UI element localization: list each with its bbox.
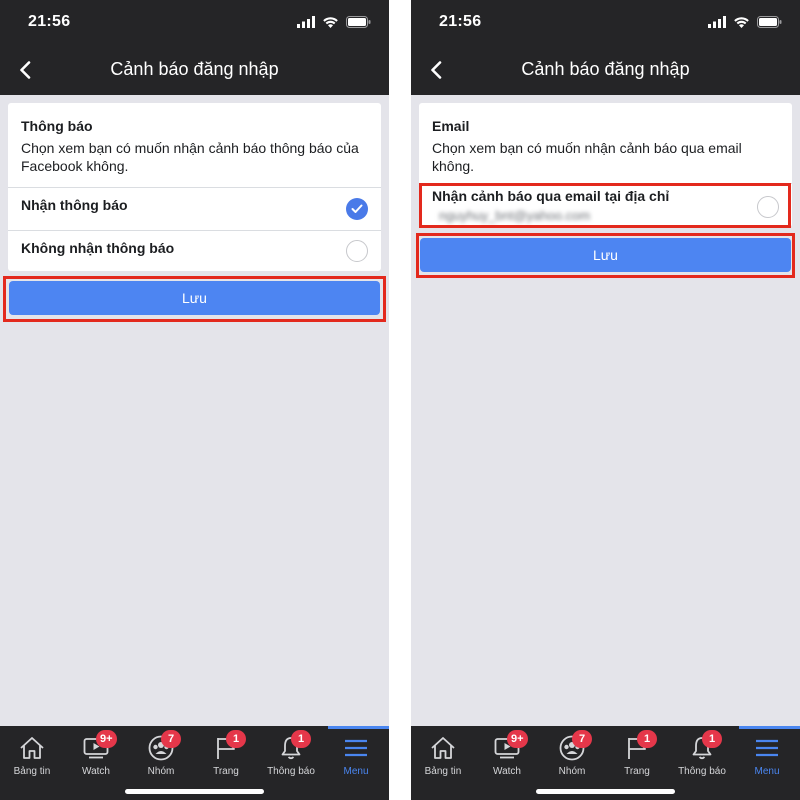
radio-checked[interactable] bbox=[346, 198, 368, 220]
battery-icon bbox=[346, 16, 371, 28]
section-description: Chọn xem bạn có muốn nhận cảnh báo qua e… bbox=[432, 140, 742, 174]
save-button[interactable]: Lưu bbox=[9, 281, 380, 315]
tab-label: Nhóm bbox=[558, 766, 586, 777]
section-description: Chọn xem bạn có muốn nhận cảnh báo thông… bbox=[21, 140, 359, 174]
notification-badge: 1 bbox=[637, 730, 657, 748]
tab-label: Trang bbox=[624, 766, 650, 777]
wifi-icon bbox=[734, 17, 749, 28]
notification-badge: 1 bbox=[226, 730, 246, 748]
tab-nhom[interactable]: 7 Nhóm bbox=[129, 730, 193, 784]
home-icon bbox=[427, 734, 459, 762]
section-title: Thông báo bbox=[21, 118, 93, 134]
tab-thong-bao[interactable]: 1 Thông báo bbox=[670, 730, 734, 784]
signal-icon bbox=[297, 16, 315, 28]
notification-badge: 9+ bbox=[96, 730, 117, 748]
notification-badge: 7 bbox=[572, 730, 592, 748]
email-address-blurred: nguyhuy_bnt@yahoo.com bbox=[439, 208, 591, 223]
tab-menu[interactable]: Menu bbox=[735, 732, 799, 784]
checkmark-icon bbox=[351, 204, 363, 213]
tab-bang-tin[interactable]: Bảng tin bbox=[0, 732, 64, 784]
tab-watch[interactable]: 9+ Watch bbox=[64, 730, 128, 784]
tab-trang[interactable]: 1 Trang bbox=[194, 730, 258, 784]
menu-icon bbox=[340, 734, 372, 762]
status-icons bbox=[297, 15, 371, 29]
page-title: Cảnh báo đăng nhập bbox=[110, 59, 279, 79]
tab-label: Bảng tin bbox=[13, 766, 51, 777]
status-icons bbox=[708, 15, 782, 29]
tab-label: Trang bbox=[213, 766, 239, 777]
email-settings-card: Email Chọn xem bạn có muốn nhận cảnh báo… bbox=[419, 103, 792, 227]
phone-screen-right: 21:56 Cảnh báo đăng nhập Email Chọn xem … bbox=[411, 0, 800, 800]
option-receive-notifications[interactable]: Nhận thông báo bbox=[8, 187, 381, 230]
tab-watch[interactable]: 9+ Watch bbox=[475, 730, 539, 784]
tab-bang-tin[interactable]: Bảng tin bbox=[411, 732, 475, 784]
page-title: Cảnh báo đăng nhập bbox=[521, 59, 690, 79]
option-email-alerts[interactable]: Nhận cảnh báo qua email tại địa chỉ nguy… bbox=[419, 183, 792, 227]
tab-thong-bao[interactable]: 1 Thông báo bbox=[259, 730, 323, 784]
tab-label: Watch bbox=[493, 766, 521, 777]
notification-badge: 9+ bbox=[507, 730, 528, 748]
tab-label: Thông báo bbox=[267, 766, 315, 777]
tab-label: Bảng tin bbox=[424, 766, 462, 777]
status-time: 21:56 bbox=[439, 13, 482, 30]
home-indicator bbox=[125, 789, 264, 794]
tab-menu[interactable]: Menu bbox=[324, 732, 388, 784]
notification-badge: 1 bbox=[291, 730, 311, 748]
tab-label: Watch bbox=[82, 766, 110, 777]
top-bar: 21:56 Cảnh báo đăng nhập bbox=[0, 0, 389, 95]
top-bar: 21:56 Cảnh báo đăng nhập bbox=[411, 0, 800, 95]
home-icon bbox=[16, 734, 48, 762]
notification-badge: 7 bbox=[161, 730, 181, 748]
active-tab-indicator bbox=[328, 726, 389, 729]
active-tab-indicator bbox=[739, 726, 800, 729]
save-button[interactable]: Lưu bbox=[420, 238, 791, 272]
home-indicator bbox=[536, 789, 675, 794]
option-label: Không nhận thông báo bbox=[21, 240, 175, 256]
signal-icon bbox=[708, 16, 726, 28]
tab-label: Menu bbox=[343, 766, 369, 777]
tab-trang[interactable]: 1 Trang bbox=[605, 730, 669, 784]
status-time: 21:56 bbox=[28, 13, 71, 30]
radio-unchecked[interactable] bbox=[346, 240, 368, 262]
phone-screen-left: 21:56 Cảnh báo đăng nhập Thông báo Chọn … bbox=[0, 0, 389, 800]
wifi-icon bbox=[323, 17, 338, 28]
battery-icon bbox=[757, 16, 782, 28]
notification-settings-card: Thông báo Chọn xem bạn có muốn nhận cảnh… bbox=[8, 103, 381, 271]
radio-unchecked[interactable] bbox=[757, 196, 779, 218]
tab-label: Thông báo bbox=[678, 766, 726, 777]
option-label: Nhận thông báo bbox=[21, 197, 128, 213]
tab-label: Menu bbox=[754, 766, 780, 777]
section-title: Email bbox=[432, 118, 470, 134]
menu-icon bbox=[751, 734, 783, 762]
option-dont-receive-notifications[interactable]: Không nhận thông báo bbox=[8, 230, 381, 271]
tab-nhom[interactable]: 7 Nhóm bbox=[540, 730, 604, 784]
option-label: Nhận cảnh báo qua email tại địa chỉ bbox=[432, 188, 670, 204]
tab-label: Nhóm bbox=[147, 766, 175, 777]
notification-badge: 1 bbox=[702, 730, 722, 748]
